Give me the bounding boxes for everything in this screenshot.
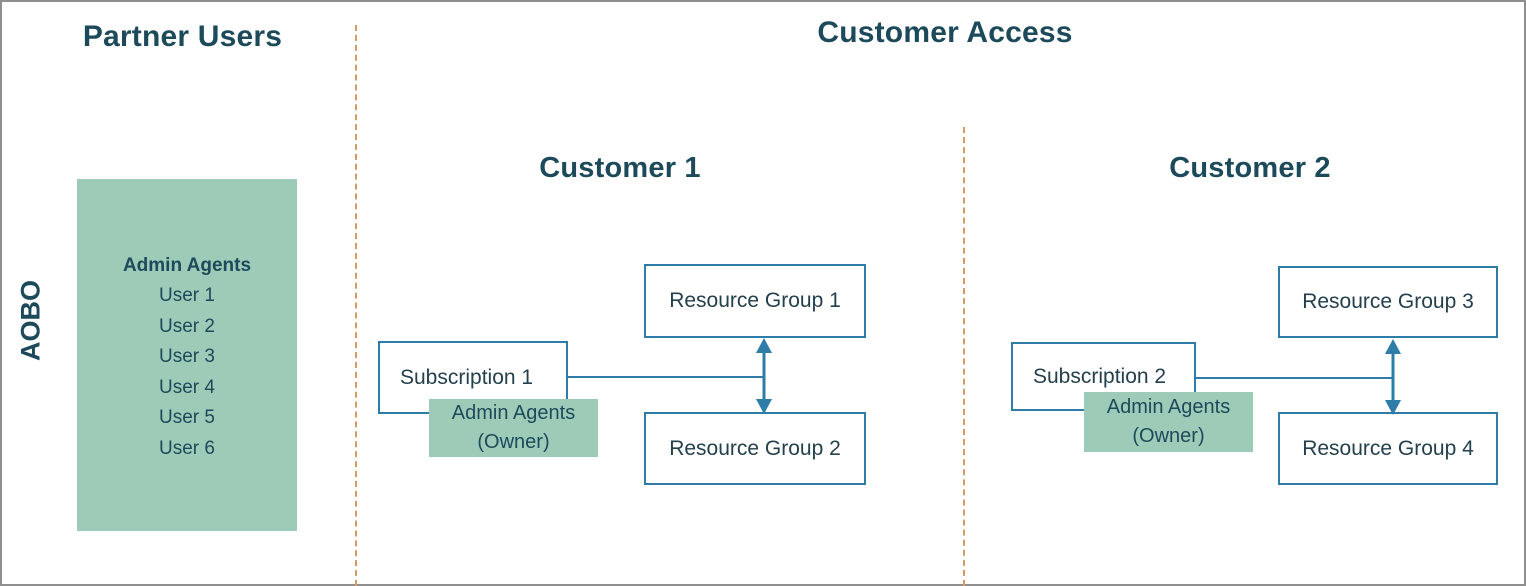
partner-user-5: User 5 (159, 407, 215, 428)
partner-user-6: User 6 (159, 437, 215, 459)
subscription-1-label: Subscription 1 (400, 365, 534, 389)
divider-partner-customer (355, 25, 357, 586)
resource-group-4-box[interactable]: Resource Group 4 (1278, 412, 1498, 485)
partner-user-3: User 3 (159, 346, 215, 367)
owner-chip-customer-1: Admin Agents (Owner) (429, 399, 598, 457)
resource-group-1-box[interactable]: Resource Group 1 (644, 264, 866, 338)
partner-users-title: Partner Users (82, 20, 283, 53)
resource-group-3-label: Resource Group 3 (1302, 290, 1474, 313)
divider-customer1-customer2 (963, 127, 965, 586)
owner-chip-1-line2: (Owner) (477, 431, 550, 453)
resource-group-2-box[interactable]: Resource Group 2 (644, 412, 866, 485)
double-arrow-customer-2 (1385, 339, 1401, 415)
canvas-left-border (0, 0, 2, 586)
partner-user-1: User 1 (159, 285, 215, 306)
connector-subscription-1-to-resource-groups (566, 376, 764, 378)
partner-admin-agents-heading: Admin Agents (122, 255, 252, 276)
canvas-top-border (0, 0, 1526, 2)
subscription-2-label: Subscription 2 (1033, 364, 1167, 388)
customer-access-title: Customer Access (817, 16, 1073, 49)
customer-2-title: Customer 2 (1169, 152, 1331, 184)
resource-group-4-label: Resource Group 4 (1302, 436, 1474, 460)
aobo-side-label: AOBO (15, 280, 46, 361)
owner-chip-2-line2: (Owner) (1132, 425, 1205, 447)
resource-group-2-label: Resource Group 2 (669, 436, 841, 460)
diagram-canvas: Partner Users Customer Access AOBO Admin… (0, 0, 1526, 586)
owner-chip-2-line1: Admin Agents (1106, 396, 1231, 418)
customer-1-title: Customer 1 (539, 152, 701, 184)
partner-admin-agents-panel: Admin Agents User 1 User 2 User 3 User 4… (77, 179, 297, 531)
partner-user-4: User 4 (159, 376, 215, 398)
resource-group-1-label: Resource Group 1 (669, 289, 841, 312)
owner-chip-1-line1: Admin Agents (451, 402, 576, 424)
resource-group-3-box[interactable]: Resource Group 3 (1278, 266, 1498, 338)
partner-user-2: User 2 (159, 315, 215, 337)
owner-chip-customer-2: Admin Agents (Owner) (1084, 392, 1253, 452)
connector-subscription-2-to-resource-groups (1194, 377, 1393, 379)
double-arrow-customer-1 (756, 338, 772, 414)
